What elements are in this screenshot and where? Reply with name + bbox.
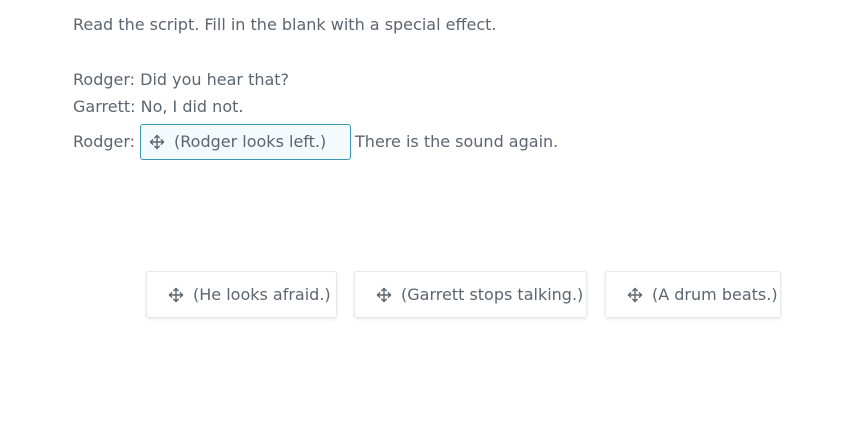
script-line-2: Garrett: No, I did not. (73, 97, 244, 116)
script-line-3: Rodger: (Rodger looks left.) There is th… (73, 123, 558, 161)
answer-drop-slot[interactable]: (Rodger looks left.) (140, 124, 352, 160)
answer-choice-tile[interactable]: (Garrett stops talking.) (354, 271, 587, 318)
script-line-3-suffix: There is the sound again. (355, 132, 559, 151)
instructions-text: Read the script. Fill in the blank with … (73, 15, 497, 34)
answer-choice-label: (A drum beats.) (652, 285, 778, 304)
script-line-3-prefix: Rodger: (73, 132, 136, 151)
move-icon[interactable] (168, 287, 184, 303)
drop-slot-value: (Rodger looks left.) (174, 132, 327, 151)
move-icon[interactable] (149, 134, 165, 150)
move-icon[interactable] (627, 287, 643, 303)
script-line-1: Rodger: Did you hear that? (73, 70, 290, 89)
answer-choice-tile[interactable]: (He looks afraid.) (146, 271, 337, 318)
answer-choice-label: (He looks afraid.) (193, 285, 331, 304)
answer-choice-label: (Garrett stops talking.) (401, 285, 584, 304)
answer-choice-tile[interactable]: (A drum beats.) (605, 271, 781, 318)
move-icon[interactable] (376, 287, 392, 303)
